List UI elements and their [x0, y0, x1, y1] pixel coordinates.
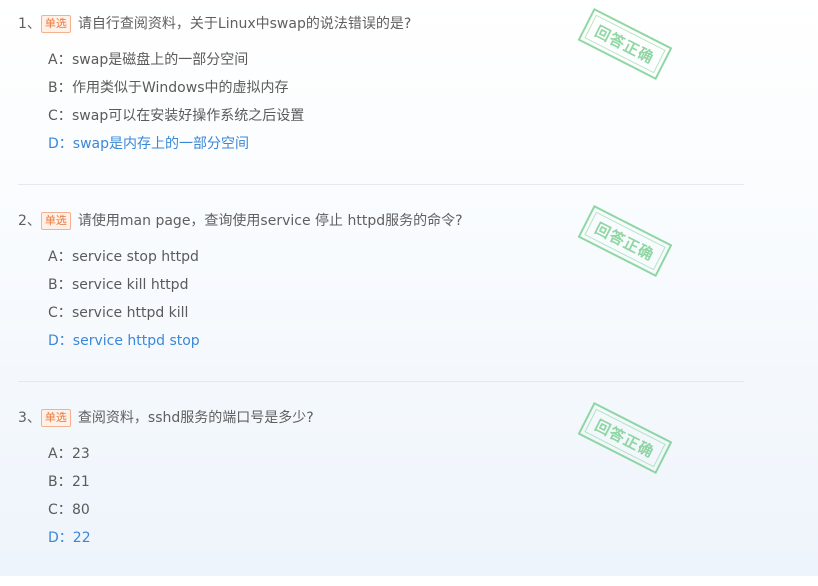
question-divider [18, 184, 744, 185]
option-text: swap是磁盘上的一部分空间 [72, 52, 249, 68]
option-text: service stop httpd [72, 249, 199, 265]
single-choice-badge: 单选 [40, 212, 71, 230]
option-letter: D： [48, 136, 73, 152]
question-number: 3、 [18, 410, 41, 426]
correct-answer-stamp: 回答正确 [577, 7, 673, 81]
option-text: swap可以在安装好操作系统之后设置 [72, 108, 305, 124]
option-c[interactable]: C：80 [48, 496, 468, 524]
option-b[interactable]: B：作用类似于Windows中的虚拟内存 [48, 74, 468, 102]
question-2: 2、 单选 请使用man page，查询使用service 停止 httpd服务的命… [18, 204, 744, 389]
question-number: 1、 [18, 16, 41, 32]
option-letter: B： [48, 80, 72, 96]
option-letter: D： [48, 530, 73, 546]
option-b[interactable]: B：21 [48, 468, 468, 496]
option-letter: A： [48, 249, 72, 265]
question-title-row: 3、 单选 查阅资料，sshd服务的端口号是多少? [18, 406, 314, 430]
question-1: 1、 单选 请自行查阅资料，关于Linux中swap的说法错误的是? A：swap是… [18, 7, 744, 192]
question-3: 3、 单选 查阅资料，sshd服务的端口号是多少? A：23 B：21 C：80 D… [18, 401, 744, 586]
option-letter: B： [48, 474, 72, 490]
question-title-row: 2、 单选 请使用man page，查询使用service 停止 httpd服务的命… [18, 209, 463, 233]
option-d-correct[interactable]: D：service httpd stop [48, 327, 468, 355]
option-letter: C： [48, 108, 72, 124]
question-title-row: 1、 单选 请自行查阅资料，关于Linux中swap的说法错误的是? [18, 12, 411, 36]
option-text: service httpd stop [72, 333, 200, 349]
option-letter: B： [48, 277, 72, 293]
correct-answer-stamp: 回答正确 [577, 401, 673, 475]
option-letter: A： [48, 52, 72, 68]
option-d-correct[interactable]: D：swap是内存上的一部分空间 [48, 130, 468, 158]
question-number: 2、 [18, 213, 41, 229]
option-letter: D： [48, 333, 73, 349]
option-text: 23 [72, 446, 90, 462]
option-letter: C： [48, 305, 72, 321]
option-b[interactable]: B：service kill httpd [48, 271, 468, 299]
option-c[interactable]: C：service httpd kill [48, 299, 468, 327]
option-letter: C： [48, 502, 72, 518]
option-text: service httpd kill [72, 305, 189, 321]
option-c[interactable]: C：swap可以在安装好操作系统之后设置 [48, 102, 468, 130]
option-text: service kill httpd [72, 277, 189, 293]
option-letter: A： [48, 446, 72, 462]
option-a[interactable]: A：swap是磁盘上的一部分空间 [48, 46, 468, 74]
question-text: 请使用man page，查询使用service 停止 httpd服务的命令? [77, 213, 463, 229]
correct-answer-stamp: 回答正确 [577, 204, 673, 278]
question-text: 查阅资料，sshd服务的端口号是多少? [77, 410, 314, 426]
question-divider [18, 381, 744, 382]
answer-options: A：swap是磁盘上的一部分空间 B：作用类似于Windows中的虚拟内存 C：… [48, 46, 468, 158]
option-text: swap是内存上的一部分空间 [72, 136, 249, 152]
option-text: 作用类似于Windows中的虚拟内存 [72, 80, 289, 96]
option-text: 22 [72, 530, 91, 546]
answer-options: A：23 B：21 C：80 D：22 [48, 440, 468, 552]
option-text: 21 [72, 474, 90, 490]
question-text: 请自行查阅资料，关于Linux中swap的说法错误的是? [77, 16, 412, 32]
option-a[interactable]: A：23 [48, 440, 468, 468]
single-choice-badge: 单选 [40, 15, 71, 33]
quiz-page: 1、 单选 请自行查阅资料，关于Linux中swap的说法错误的是? A：swap是… [0, 0, 818, 576]
answer-options: A：service stop httpd B：service kill http… [48, 243, 468, 355]
option-text: 80 [72, 502, 90, 518]
single-choice-badge: 单选 [40, 409, 71, 427]
option-a[interactable]: A：service stop httpd [48, 243, 468, 271]
option-d-correct[interactable]: D：22 [48, 524, 468, 552]
